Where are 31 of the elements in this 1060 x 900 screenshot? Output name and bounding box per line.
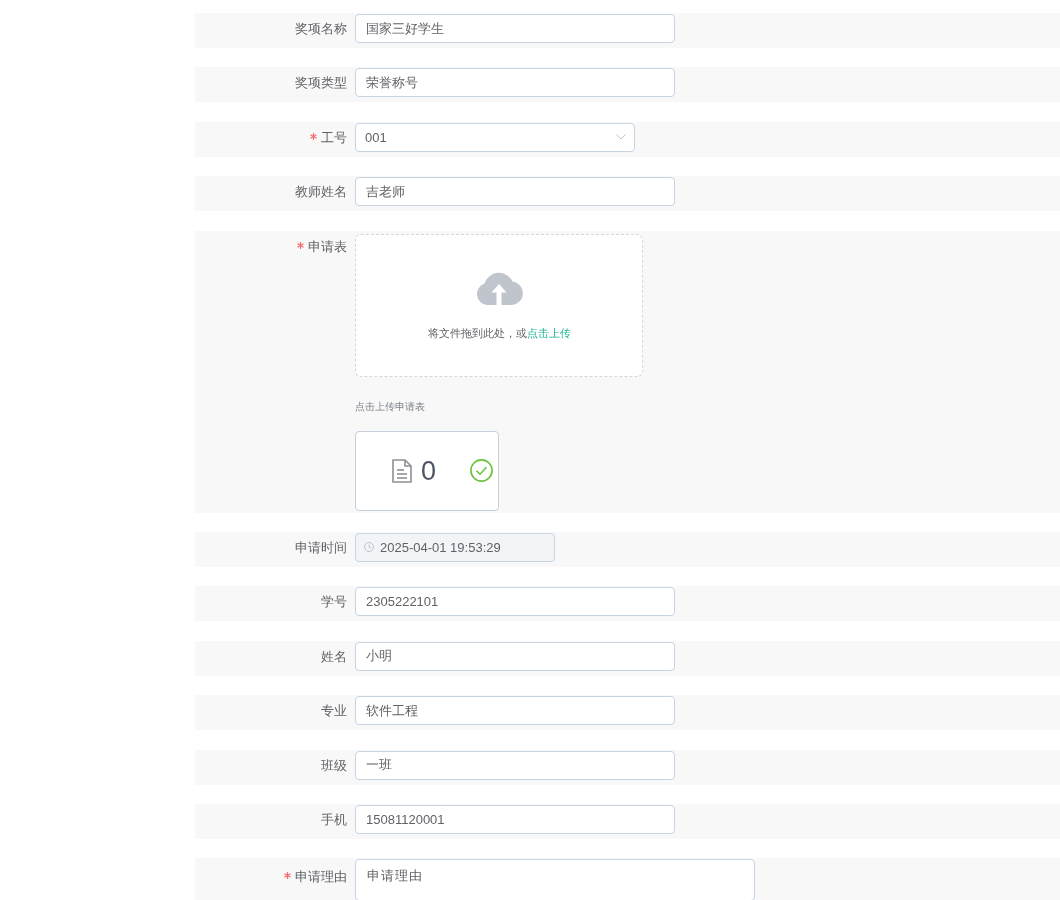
field-label: 专业 (321, 702, 347, 721)
text-input[interactable]: 吉老师 (355, 177, 675, 207)
select-field[interactable]: 001 (355, 122, 635, 152)
chevron-down-icon (616, 134, 626, 141)
text-input[interactable]: 2305222101 (355, 587, 675, 617)
text-input[interactable]: 15081120001 (355, 804, 675, 834)
clock-icon (364, 542, 374, 553)
upload-hint-text: 将文件拖到此处，或点击上传 (427, 325, 571, 340)
text-input[interactable]: 一班 (355, 750, 675, 780)
field-label: 申请理由 (295, 868, 347, 887)
date-time-field: 2025-04-01 19:53:29 (355, 532, 555, 562)
upload-dropzone[interactable]: 将文件拖到此处，或点击上传 (355, 233, 643, 377)
field-label: 奖项类型 (295, 74, 347, 93)
textarea-field[interactable]: 申请理由 (355, 859, 755, 900)
file-name-text: 0 (421, 455, 437, 486)
field-label: 姓名 (321, 647, 347, 666)
field-label: 奖项名称 (295, 20, 347, 38)
text-input[interactable]: 国家三好学生 (355, 14, 675, 43)
document-icon (392, 458, 412, 483)
field-label: 学号 (321, 593, 347, 612)
field-label: 班级 (321, 756, 347, 775)
text-input[interactable]: 荣誉称号 (355, 68, 675, 98)
upload-tip-text: 点击上传申请表 (355, 399, 425, 414)
field-label: 手机 (321, 810, 347, 829)
field-label: 教师姓名 (295, 183, 347, 202)
file-card[interactable]: 0 (355, 430, 499, 511)
field-label: 工号 (321, 128, 347, 147)
field-label: 申请表 (308, 237, 347, 256)
text-input[interactable]: 小明 (355, 641, 675, 671)
field-label: 申请时间 (295, 538, 347, 557)
text-input[interactable]: 软件工程 (355, 696, 675, 726)
